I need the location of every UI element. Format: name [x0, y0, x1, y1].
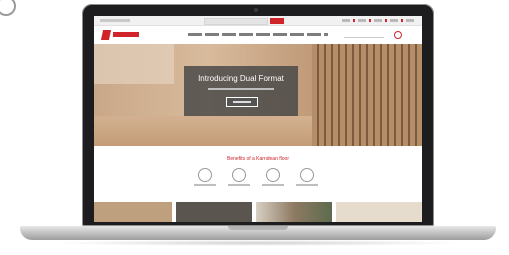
main-nav: [94, 26, 422, 44]
benefits-title: Benefits of a Karndean floor: [227, 156, 289, 162]
benefit-icon: [232, 168, 246, 182]
hero-title: Introducing Dual Format: [198, 74, 284, 83]
logo-wordmark: [113, 32, 139, 37]
benefit-icon: [198, 168, 212, 182]
benefit-item[interactable]: [296, 168, 318, 194]
basket-icon[interactable]: [394, 31, 402, 39]
benefit-icon: [266, 168, 280, 182]
hero-card: Introducing Dual Format: [184, 66, 298, 116]
product-tile[interactable]: [94, 202, 172, 222]
brand-logo[interactable]: [100, 29, 140, 41]
logo-mark: [100, 30, 112, 40]
product-tile[interactable]: [176, 202, 252, 222]
hero-subtitle: [208, 88, 274, 90]
benefit-label: [194, 184, 216, 186]
product-tiles: [94, 202, 422, 222]
corner-mark: [0, 0, 16, 16]
benefit-label: [296, 184, 318, 186]
hero-cta-button[interactable]: [226, 97, 258, 107]
laptop: Introducing Dual Format Benefits of a Ka…: [20, 4, 496, 250]
benefit-label: [262, 184, 284, 186]
camera: [254, 8, 258, 12]
benefit-icon: [300, 168, 314, 182]
search-button[interactable]: [270, 18, 284, 24]
benefit-item[interactable]: [194, 168, 216, 194]
product-tile[interactable]: [256, 202, 332, 222]
laptop-lid: Introducing Dual Format Benefits of a Ka…: [82, 4, 434, 226]
benefit-label: [228, 184, 250, 186]
laptop-screen: Introducing Dual Format Benefits of a Ka…: [94, 16, 422, 222]
nav-links[interactable]: [188, 33, 328, 36]
hero-floor: [94, 116, 324, 146]
benefits-section: Benefits of a Karndean floor: [94, 148, 422, 198]
hero-banner: Introducing Dual Format: [94, 44, 422, 153]
laptop-shadow: [50, 240, 466, 246]
product-tile[interactable]: [336, 202, 422, 222]
utility-menu[interactable]: [342, 19, 414, 22]
carousel-dots[interactable]: [252, 140, 264, 153]
benefit-item[interactable]: [228, 168, 250, 194]
benefit-item[interactable]: [262, 168, 284, 194]
hero-slats: [312, 44, 422, 146]
hero-wall: [94, 44, 174, 84]
search-icon[interactable]: [344, 31, 384, 38]
search-input[interactable]: [204, 18, 268, 25]
benefit-row: [194, 168, 324, 194]
laptop-notch: [228, 226, 288, 230]
utility-links[interactable]: [100, 19, 130, 22]
utility-bar: [94, 16, 422, 26]
